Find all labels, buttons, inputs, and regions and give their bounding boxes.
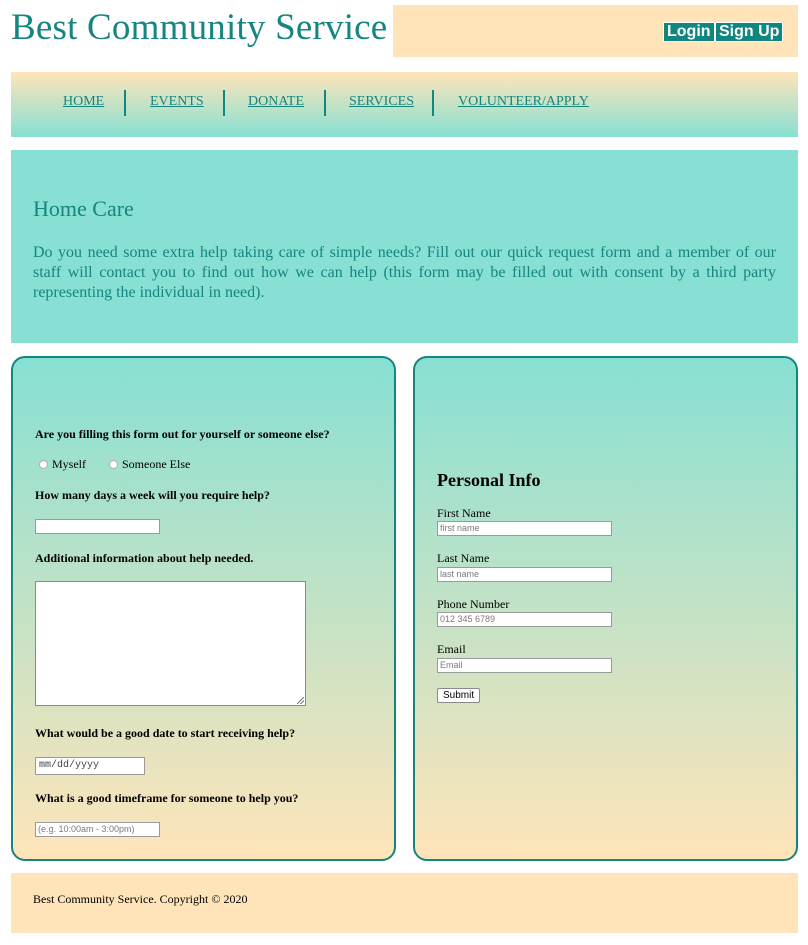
question-additional-info: Additional information about help needed… xyxy=(35,551,254,565)
personal-info-form: Personal Info First Name first name Last… xyxy=(413,356,798,861)
phone-number-input[interactable]: 012 345 6789 xyxy=(437,612,612,627)
radio-myself[interactable] xyxy=(39,460,48,469)
resize-grip-icon[interactable] xyxy=(297,697,304,704)
timeframe-input[interactable]: (e.g. 10:00am - 3:00pm) xyxy=(35,822,160,837)
login-button[interactable]: Login xyxy=(663,22,715,42)
nav-item-services[interactable]: SERVICES xyxy=(349,94,414,110)
nav-divider xyxy=(223,90,225,116)
radio-someone-else[interactable] xyxy=(109,460,118,469)
copyright-text: Best Community Service. Copyright © 2020 xyxy=(33,892,248,906)
nav-item-home[interactable]: HOME xyxy=(63,94,104,110)
question-who: Are you filling this form out for yourse… xyxy=(35,427,330,441)
hero-description: Do you need some extra help taking care … xyxy=(33,244,776,301)
question-days-per-week: How many days a week will you require he… xyxy=(35,488,270,502)
submit-button[interactable]: Submit xyxy=(437,688,481,703)
first-name-label: First Name xyxy=(437,506,491,520)
start-date-input[interactable]: mm/dd/yyyy xyxy=(35,757,145,775)
days-per-week-input[interactable] xyxy=(35,519,160,534)
nav-item-volunteer-apply[interactable]: VOLUNTEER/APPLY xyxy=(458,94,589,110)
hero-title: Home Care xyxy=(33,196,134,221)
first-name-input[interactable]: first name xyxy=(437,521,612,536)
site-title: Best Community Service xyxy=(11,7,388,48)
radio-myself-label: Myself xyxy=(52,457,86,471)
hero-section: Home Care Do you need some extra help ta… xyxy=(11,150,798,343)
personal-info-title: Personal Info xyxy=(437,470,541,490)
sign-up-button[interactable]: Sign Up xyxy=(715,22,784,42)
help-request-form: Are you filling this form out for yourse… xyxy=(11,356,396,861)
nav-divider xyxy=(124,90,126,116)
last-name-input[interactable]: last name xyxy=(437,567,612,582)
additional-info-textarea[interactable] xyxy=(35,581,306,706)
nav-item-events[interactable]: EVENTS xyxy=(150,94,204,110)
nav-item-donate[interactable]: DONATE xyxy=(248,94,304,110)
question-start-date: What would be a good date to start recei… xyxy=(35,726,296,740)
email-input[interactable]: Email xyxy=(437,658,612,673)
main-nav: HOME EVENTS DONATE SERVICES VOLUNTEER/AP… xyxy=(11,72,798,137)
phone-number-label: Phone Number xyxy=(437,597,510,611)
email-label: Email xyxy=(437,642,466,656)
radio-someone-else-label: Someone Else xyxy=(122,457,191,471)
nav-divider xyxy=(432,90,434,116)
question-timeframe: What is a good timeframe for someone to … xyxy=(35,791,299,805)
nav-divider xyxy=(324,90,326,116)
footer: Best Community Service. Copyright © 2020 xyxy=(11,873,798,933)
auth-bar: Login Sign Up xyxy=(393,5,798,57)
last-name-label: Last Name xyxy=(437,551,490,565)
